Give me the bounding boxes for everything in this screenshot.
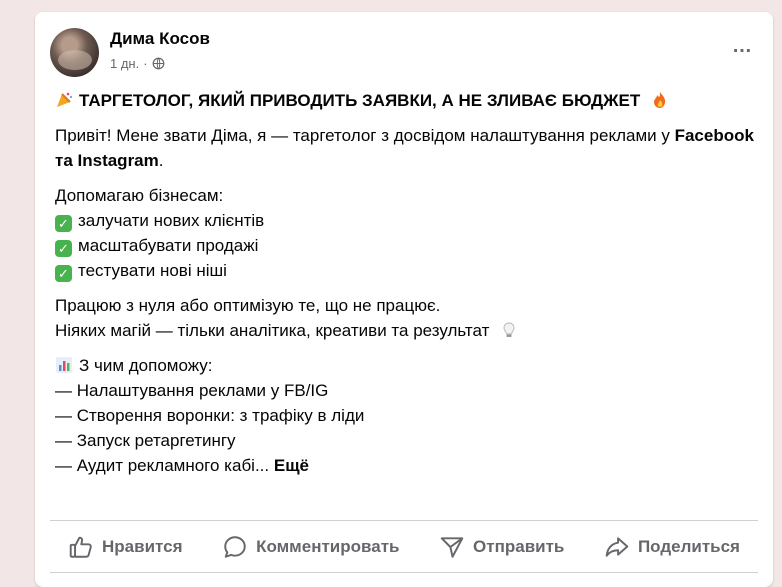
work-paragraph: Працюю з нуля або оптимізую те, що не пр… xyxy=(55,293,755,343)
party-popper-icon xyxy=(57,92,72,107)
author-name[interactable]: Дима Косов xyxy=(110,29,210,49)
intro-paragraph: Привіт! Мене звати Діма, я — таргетолог … xyxy=(55,126,754,170)
avatar[interactable] xyxy=(50,28,99,77)
divider xyxy=(50,520,758,521)
post-card: Дима Косов 1 дн. · … ТАРГЕТОЛОГ, ЯКИЙ ПР… xyxy=(35,12,773,587)
fire-icon xyxy=(653,92,666,108)
list-item: — Налаштування реклами у FB/IG xyxy=(55,381,329,400)
post-headline: ТАРГЕТОЛОГ, ЯКИЙ ПРИВОДИТЬ ЗАЯВКИ, А НЕ … xyxy=(55,88,755,113)
comment-button[interactable]: Комментировать xyxy=(204,528,417,566)
list-item: — Аудит рекламного кабі... Ещё xyxy=(55,456,310,475)
post-body: ТАРГЕТОЛОГ, ЯКИЙ ПРИВОДИТЬ ЗАЯВКИ, А НЕ … xyxy=(55,88,755,488)
check-icon: ✓ xyxy=(55,215,72,232)
light-bulb-icon xyxy=(503,322,515,337)
more-options-icon[interactable]: … xyxy=(732,36,753,56)
check-icon: ✓ xyxy=(55,265,72,282)
action-bar: Нравится Комментировать Отправить Подели… xyxy=(50,526,758,568)
see-more-link[interactable]: Ещё xyxy=(274,456,309,475)
share-button[interactable]: Поделиться xyxy=(586,528,758,566)
help-list: Допомагаю бізнесам: ✓ залучати нових кліє… xyxy=(55,183,755,283)
like-icon xyxy=(69,536,92,558)
send-icon xyxy=(440,537,464,558)
list-item: ✓ залучати нових клієнтів xyxy=(55,208,755,233)
list-item: — Запуск ретаргетингу xyxy=(55,431,236,450)
services-list: З чим допоможу: — Налаштування реклами у… xyxy=(55,353,755,478)
list-item: ✓ тестувати нові ніші xyxy=(55,258,755,283)
globe-icon xyxy=(152,57,164,70)
bottom-divider xyxy=(50,572,758,573)
meta-separator: · xyxy=(143,56,148,71)
bar-chart-icon xyxy=(56,357,72,373)
send-button[interactable]: Отправить xyxy=(421,528,582,566)
like-button[interactable]: Нравится xyxy=(50,528,201,566)
post-time[interactable]: 1 дн. xyxy=(110,56,139,71)
comment-icon xyxy=(224,536,246,558)
post-meta: 1 дн. · xyxy=(110,56,165,71)
list-item: — Створення воронки: з трафіку в ліди xyxy=(55,406,365,425)
share-icon xyxy=(605,537,629,557)
check-icon: ✓ xyxy=(55,240,72,257)
list-item: ✓ масштабувати продажі xyxy=(55,233,755,258)
